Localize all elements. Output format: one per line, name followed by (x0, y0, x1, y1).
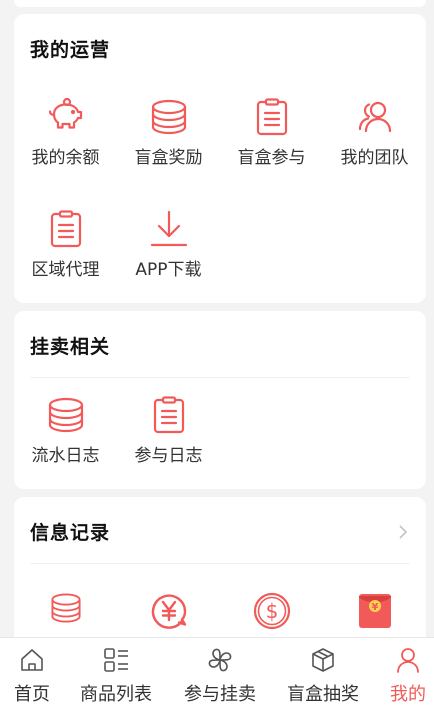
section-title: 挂卖相关 (30, 336, 111, 358)
op-item-app-download[interactable]: APP下载 (117, 209, 220, 280)
divider (30, 563, 410, 564)
chevron-right-icon[interactable] (398, 524, 408, 540)
user-icon (397, 648, 419, 673)
tab-mine[interactable]: 我的 (356, 638, 434, 706)
coin-stack-icon (46, 395, 86, 435)
box-icon (312, 648, 334, 672)
divider (30, 377, 410, 378)
sell-label: 流水日志 (31, 446, 100, 466)
tab-label: 商品列表 (80, 684, 152, 705)
sell-item-flow-log[interactable]: 流水日志 (14, 395, 117, 466)
yuan-bubble-icon (151, 594, 186, 629)
coin-stack-icon (149, 97, 189, 137)
svg-text:¥: ¥ (371, 602, 378, 613)
red-envelope-icon: ¥ (358, 594, 391, 628)
coin-stack-icon (49, 591, 83, 625)
op-item-regional-agent[interactable]: 区域代理 (14, 209, 117, 280)
svg-text:$: $ (265, 599, 278, 623)
previous-card-edge (14, 0, 426, 7)
op-item-blindbox-reward[interactable]: 盲盒奖励 (117, 97, 220, 168)
section-title: 信息记录 (30, 522, 111, 544)
section-title: 我的运营 (30, 39, 111, 61)
clover-icon (208, 648, 232, 672)
sell-item-join-log[interactable]: 参与日志 (117, 395, 220, 466)
op-item-blindbox-join[interactable]: 盲盒参与 (220, 97, 323, 168)
op-label: 区域代理 (31, 260, 100, 280)
op-label: APP下载 (135, 260, 202, 280)
my-operations-card: 我的运营 我的余额 盲盒奖励 盲盒参与 我的团队 区域代理 APP下载 (14, 14, 426, 303)
info-records-card: 信息记录 $ ¥ (14, 497, 426, 657)
op-label: 盲盒参与 (237, 148, 306, 168)
info-item-yuan[interactable] (117, 591, 220, 631)
list-grid-icon (104, 648, 128, 672)
tab-label: 参与挂卖 (184, 684, 256, 705)
tab-label: 我的 (390, 684, 426, 705)
op-label: 我的余额 (31, 148, 100, 168)
home-icon (21, 649, 43, 671)
clipboard-icon (252, 97, 292, 137)
dollar-circle-icon: $ (253, 592, 290, 630)
info-item-coins[interactable] (14, 591, 117, 625)
download-icon (150, 210, 187, 247)
info-item-red-envelope[interactable]: ¥ (323, 591, 426, 631)
clipboard-icon (149, 395, 189, 435)
sell-related-card: 挂卖相关 流水日志 参与日志 (14, 311, 426, 489)
op-label: 盲盒奖励 (134, 148, 203, 168)
bottom-tab-bar: 首页 商品列表 参与挂卖 盲盒抽奖 我的 (0, 637, 434, 711)
clipboard-icon (46, 209, 86, 249)
info-item-dollar[interactable]: $ (220, 591, 323, 631)
piggy-bank-icon (48, 97, 82, 129)
op-label: 我的团队 (340, 148, 409, 168)
tab-product-list[interactable]: 商品列表 (64, 638, 168, 706)
sell-label: 参与日志 (134, 446, 203, 466)
op-item-my-team[interactable]: 我的团队 (323, 97, 426, 168)
op-item-balance[interactable]: 我的余额 (14, 97, 117, 168)
team-icon (358, 101, 391, 133)
tab-join-sell[interactable]: 参与挂卖 (168, 638, 272, 706)
